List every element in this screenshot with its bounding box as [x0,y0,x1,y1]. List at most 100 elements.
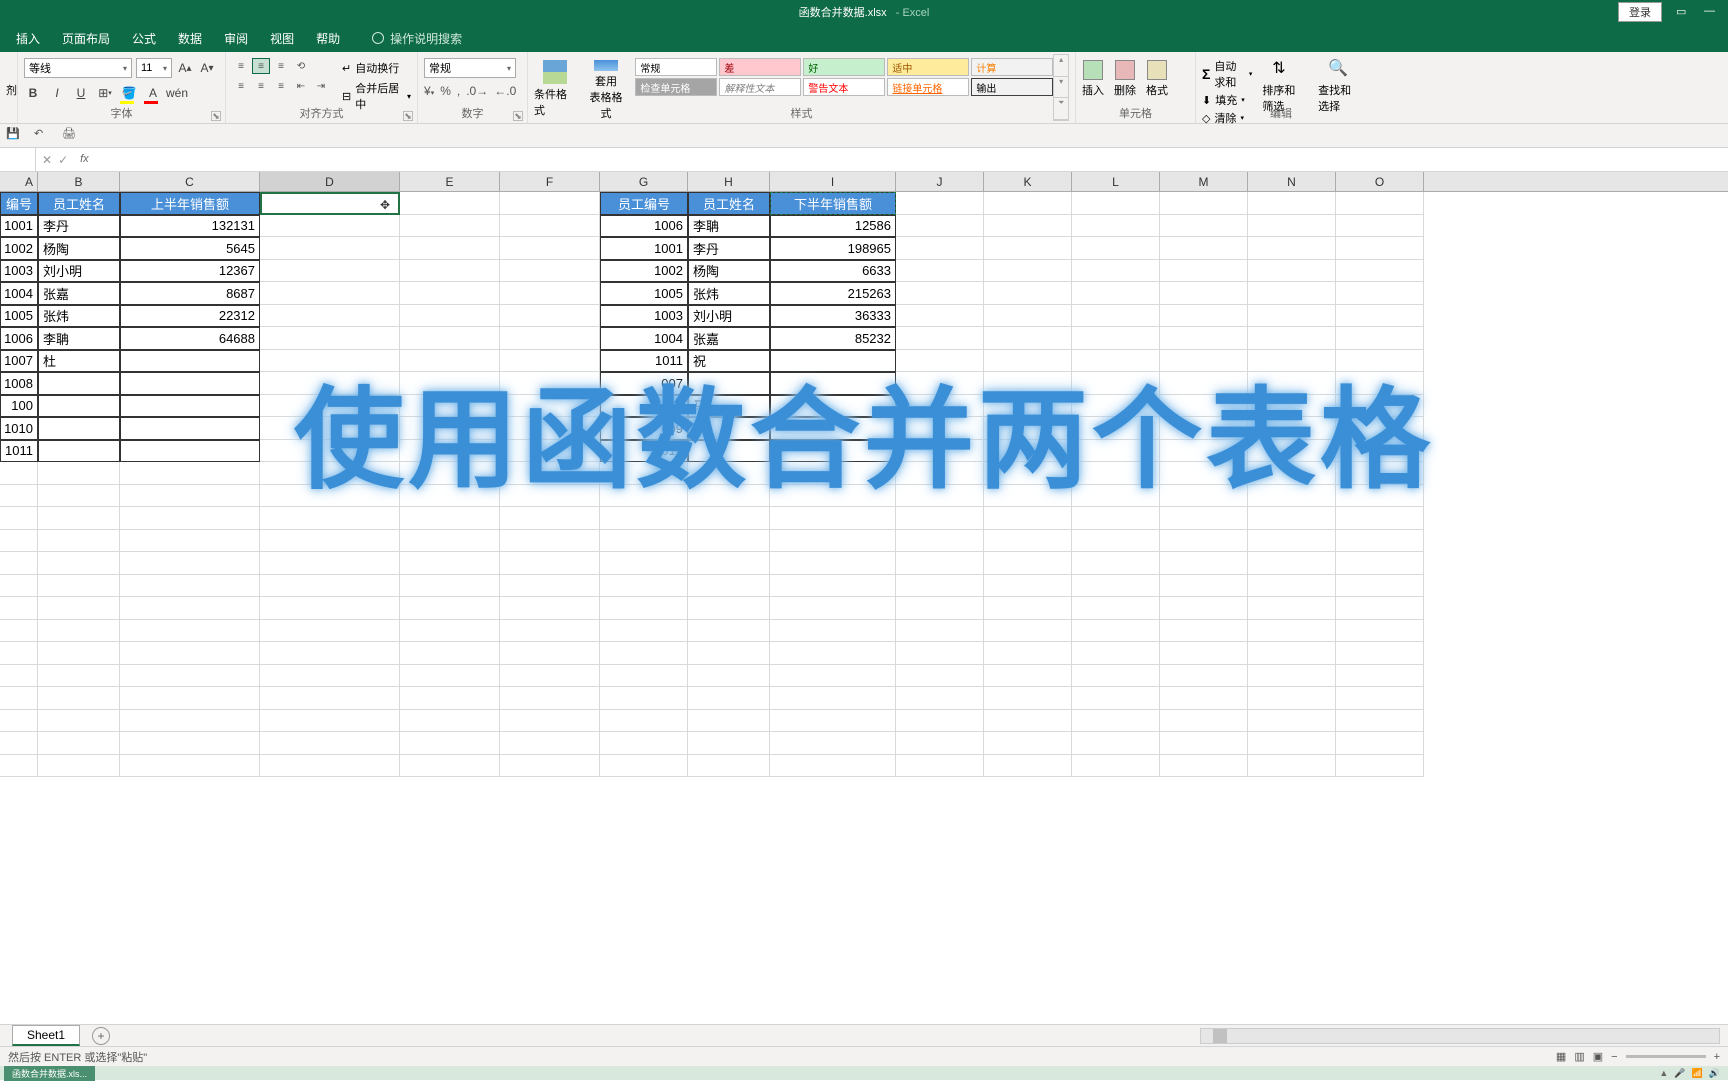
cell[interactable] [1072,575,1160,598]
page-break-view-icon[interactable]: ▣ [1593,1050,1603,1063]
cell[interactable] [500,327,600,350]
cell[interactable] [400,462,500,485]
comma-button[interactable]: , [457,84,460,98]
cell[interactable] [984,440,1072,463]
cell[interactable] [984,710,1072,733]
cell[interactable] [500,507,600,530]
cell[interactable] [770,687,896,710]
cell[interactable] [896,282,984,305]
cell[interactable] [0,710,38,733]
cell[interactable] [260,350,400,373]
cell[interactable] [260,215,400,238]
cell[interactable] [1336,282,1424,305]
cell[interactable] [120,440,260,463]
cell[interactable] [984,665,1072,688]
cell[interactable] [1248,282,1336,305]
cell[interactable] [1336,237,1424,260]
cell[interactable]: 010 [600,440,688,463]
col-header-a[interactable]: A [0,172,38,191]
cell[interactable] [1336,395,1424,418]
cell[interactable] [0,642,38,665]
cell[interactable] [770,440,896,463]
font-color-button[interactable]: A [144,84,162,102]
cell[interactable] [1160,755,1248,778]
cell[interactable] [896,620,984,643]
decrease-indent-icon[interactable]: ⇤ [292,78,310,94]
cell[interactable] [260,237,400,260]
cell[interactable] [896,417,984,440]
increase-indent-icon[interactable]: ⇥ [312,78,330,94]
cell[interactable] [1072,260,1160,283]
cell[interactable] [1248,642,1336,665]
cell[interactable] [688,732,770,755]
style-bad[interactable]: 差 [719,58,801,76]
cell[interactable] [984,237,1072,260]
cell[interactable]: 张炜 [688,282,770,305]
cell[interactable] [984,575,1072,598]
style-neutral[interactable]: 适中 [887,58,969,76]
cell[interactable] [1248,215,1336,238]
col-header-m[interactable]: M [1160,172,1248,191]
cell[interactable]: 1003 [0,260,38,283]
zoom-slider[interactable] [1626,1055,1706,1058]
cell[interactable] [260,687,400,710]
cell[interactable] [1336,530,1424,553]
cell[interactable] [600,575,688,598]
cell[interactable]: 1004 [600,327,688,350]
style-warn[interactable]: 警告文本 [803,78,885,96]
cell[interactable] [1336,665,1424,688]
cell[interactable]: 1006 [600,215,688,238]
cell[interactable] [896,462,984,485]
cell[interactable] [1160,642,1248,665]
cell[interactable] [260,462,400,485]
cell[interactable] [896,507,984,530]
col-header-g[interactable]: G [600,172,688,191]
cell[interactable]: 1007 [0,350,38,373]
cell[interactable] [1336,192,1424,215]
cell[interactable] [984,732,1072,755]
cell[interactable] [984,215,1072,238]
cell[interactable] [770,530,896,553]
cell[interactable] [688,552,770,575]
cell[interactable] [688,530,770,553]
cell[interactable]: 1011 [600,350,688,373]
cell[interactable] [0,485,38,508]
col-header-i[interactable]: I [770,172,896,191]
cell[interactable] [1336,305,1424,328]
underline-button[interactable]: U [72,84,90,102]
cell[interactable] [1160,710,1248,733]
cell[interactable] [984,372,1072,395]
cell[interactable] [1248,575,1336,598]
cell[interactable] [770,597,896,620]
cell[interactable] [770,710,896,733]
tab-insert[interactable]: 插入 [16,30,40,47]
cell[interactable] [770,395,896,418]
phonetic-button[interactable]: wén [168,84,186,102]
cell[interactable] [260,710,400,733]
cell[interactable] [500,395,600,418]
italic-button[interactable]: I [48,84,66,102]
cell[interactable] [500,732,600,755]
minimize-icon[interactable]: — [1704,5,1718,19]
col-header-c[interactable]: C [120,172,260,191]
cell[interactable] [688,687,770,710]
cell[interactable] [38,485,120,508]
tab-page-layout[interactable]: 页面布局 [62,30,110,47]
cell[interactable] [896,575,984,598]
cell[interactable] [770,552,896,575]
cell[interactable] [770,417,896,440]
increase-decimal-button[interactable]: .0→ [466,84,488,98]
cell[interactable] [984,507,1072,530]
cell[interactable]: 6633 [770,260,896,283]
cell[interactable]: 祝 [688,350,770,373]
cell[interactable] [1160,687,1248,710]
cell[interactable] [984,687,1072,710]
cell[interactable]: 007 [600,372,688,395]
cell[interactable] [400,665,500,688]
cell[interactable] [1336,417,1424,440]
style-normal[interactable]: 常规 [635,58,717,76]
cell[interactable] [896,687,984,710]
cell[interactable] [0,462,38,485]
cell[interactable] [120,395,260,418]
tab-review[interactable]: 审阅 [224,30,248,47]
